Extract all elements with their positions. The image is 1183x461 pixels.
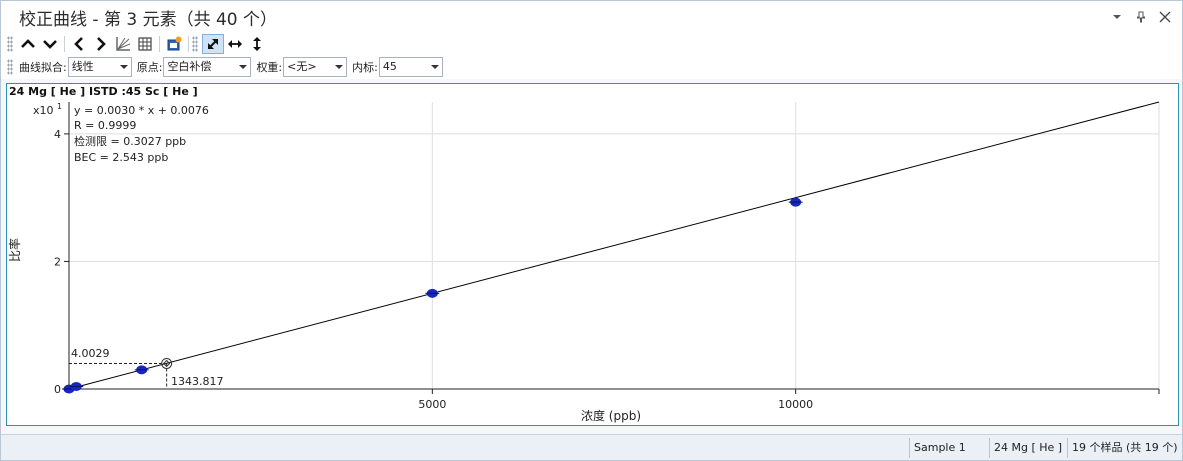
graph-icon <box>116 37 131 51</box>
y-axis-label: 比率 <box>7 238 22 262</box>
fit-both-button[interactable] <box>202 34 224 54</box>
fit-vertical-icon <box>253 37 261 51</box>
cursor-y-readout: 4.0029 <box>71 347 110 360</box>
status-element: 24 Mg [ He ] <box>989 438 1067 458</box>
fit-value: 线性 <box>71 60 94 73</box>
next-down-button[interactable] <box>39 34 61 54</box>
chevron-down-icon <box>430 65 439 69</box>
axis-ticks: 5000 10000 0 2 4 <box>54 128 1160 411</box>
y-scale-label: x10 <box>33 104 54 117</box>
istd-label: 内标: <box>352 61 378 74</box>
y-scale-exponent: 1 <box>57 102 62 111</box>
detection-limit: 检测限 = 0.3027 ppb <box>74 134 186 148</box>
origin-value: 空白补偿 <box>167 60 212 73</box>
pin-icon[interactable] <box>1134 11 1148 25</box>
fit-both-icon <box>208 39 218 49</box>
origin-select[interactable]: 空白补偿 <box>163 57 252 77</box>
x-axis-label: 浓度 (ppb) <box>581 408 641 423</box>
chevron-left-icon <box>74 37 83 51</box>
dropdown-icon[interactable] <box>1110 11 1124 25</box>
toolbar-separator <box>64 36 65 52</box>
toolbar-grip[interactable] <box>7 59 13 75</box>
status-sample-count: 19 个样品 (共 19 个) <box>1067 438 1182 458</box>
cursor-x-readout: 1343.817 <box>171 375 224 388</box>
chevron-right-icon <box>97 37 106 51</box>
table-icon <box>138 37 152 51</box>
close-icon[interactable] <box>1158 11 1172 25</box>
toolbar-grip[interactable] <box>192 36 198 52</box>
chevron-up-icon <box>21 39 35 48</box>
title-bar: 校正曲线 - 第 3 元素（共 40 个） <box>1 1 1182 33</box>
window-title: 校正曲线 - 第 3 元素（共 40 个） <box>19 10 278 30</box>
y-tick-label: 0 <box>54 383 61 396</box>
curve-settings-toolbar: 曲线拟合: 线性 原点: 空白补偿 权重: <无> 内标: 45 <box>1 55 1182 79</box>
export-button[interactable] <box>163 34 185 54</box>
chevron-down-icon <box>119 65 128 69</box>
calibration-chart-panel: 5000 10000 0 2 4 24 Mg [ He ] ISTD :45 Sc [ … <box>6 83 1179 426</box>
fit-equation: y = 0.0030 * x + 0.0076 <box>74 104 209 117</box>
origin-label: 原点: <box>136 61 163 74</box>
chevron-down-icon <box>43 40 57 49</box>
status-bar: Sample 1 24 Mg [ He ] 19 个样品 (共 19 个) <box>1 434 1182 460</box>
fit-vertical-button[interactable] <box>246 34 268 54</box>
fit-select[interactable]: 线性 <box>67 57 132 77</box>
istd-select[interactable]: 45 <box>378 57 443 77</box>
previous-left-button[interactable] <box>68 34 90 54</box>
fit-line <box>68 101 1160 390</box>
chevron-down-icon <box>335 65 344 69</box>
istd-value: 45 <box>382 60 397 73</box>
toolbar-grip[interactable] <box>7 36 13 52</box>
y-tick-label: 4 <box>54 128 61 141</box>
toolbar-separator <box>188 36 189 52</box>
calibration-window: 校正曲线 - 第 3 元素（共 40 个） 曲线拟合: 线性 原点: 空白补偿 … <box>0 0 1183 461</box>
status-sample: Sample 1 <box>909 438 989 458</box>
calibration-chart[interactable]: 5000 10000 0 2 4 24 Mg [ He ] ISTD :45 Sc [ … <box>7 84 1178 425</box>
fit-label: 曲线拟合: <box>19 61 67 74</box>
y-tick-label: 2 <box>54 255 61 268</box>
export-icon <box>167 36 182 51</box>
weight-label: 权重: <box>256 61 283 74</box>
fit-horizontal-icon <box>228 40 242 48</box>
graph-button[interactable] <box>112 34 134 54</box>
next-right-button[interactable] <box>90 34 112 54</box>
navigation-toolbar <box>1 33 1182 55</box>
weight-value: <无> <box>287 60 317 73</box>
bec-value: BEC = 2.543 ppb <box>74 151 168 164</box>
table-button[interactable] <box>134 34 156 54</box>
x-tick-label: 10000 <box>778 398 813 411</box>
window-controls <box>1110 11 1172 25</box>
x-tick-label: 5000 <box>418 398 446 411</box>
r-value: R = 0.9999 <box>74 119 136 132</box>
fit-horizontal-button[interactable] <box>224 34 246 54</box>
chevron-down-icon <box>239 65 248 69</box>
toolbar-separator <box>159 36 160 52</box>
cursor-crosshair <box>69 357 173 389</box>
chart-header: 24 Mg [ He ] ISTD :45 Sc [ He ] <box>9 85 198 98</box>
previous-up-button[interactable] <box>17 34 39 54</box>
weight-select[interactable]: <无> <box>283 57 348 77</box>
